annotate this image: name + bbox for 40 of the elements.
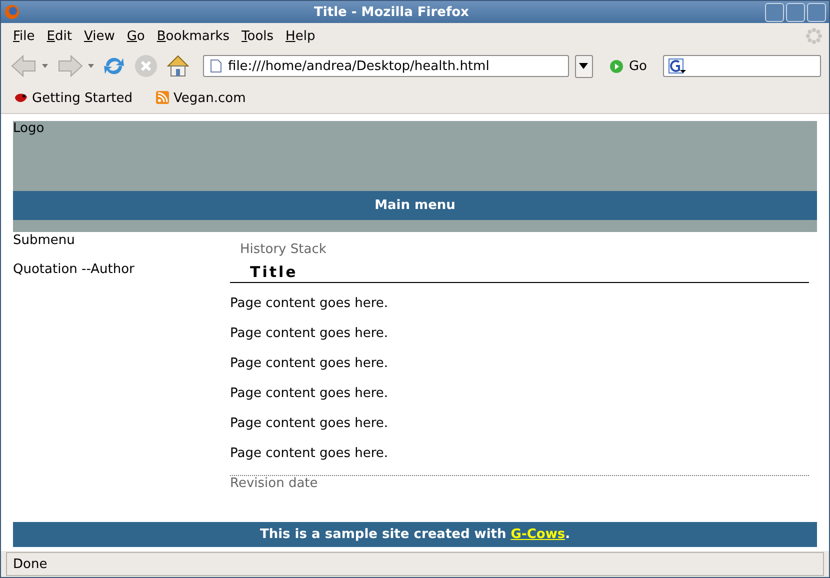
bookmark-link[interactable]: Getting Started [13, 90, 133, 106]
menu-item[interactable]: Help [280, 28, 322, 44]
status-text: Done [6, 552, 824, 576]
revision-date: Revision date [230, 476, 318, 491]
search-field[interactable] [663, 55, 822, 77]
page-heading: Title [230, 263, 809, 283]
submenu-text: Submenu [13, 233, 75, 248]
quotation-text: Quotation --Author [13, 262, 134, 277]
menu-item[interactable]: File [7, 28, 41, 44]
bookmark-link[interactable]: Vegan.com [154, 90, 246, 106]
logo-text: Logo [13, 121, 44, 136]
content-paragraph: Page content goes here. [230, 415, 388, 433]
home-icon[interactable] [165, 53, 191, 79]
menu-item[interactable]: Edit [40, 28, 78, 44]
content-paragraph: Page content goes here. [230, 355, 388, 373]
window-title: Title - Mozilla Firefox [313, 4, 470, 20]
dropdown-button[interactable] [574, 54, 593, 78]
content-paragraph: Page content goes here. [230, 295, 388, 313]
page-icon [210, 59, 222, 73]
throbber-icon [805, 27, 823, 45]
footer-text: This is a sample site created with G-Cows. [260, 527, 570, 542]
content-paragraph: Page content goes here. [230, 325, 388, 343]
back-button[interactable] [9, 52, 49, 80]
caret-icon [579, 63, 588, 69]
address-field[interactable]: file:///home/andrea/Desktop/health.html [203, 55, 569, 77]
content-paragraph: Page content goes here. [230, 445, 388, 463]
play-icon [608, 58, 624, 74]
menu-item[interactable]: Tools [236, 28, 280, 44]
footer-link[interactable]: G-Cows [510, 527, 566, 542]
feed-icon [154, 90, 171, 106]
search-engine-icon [668, 58, 686, 74]
history-stack-text: History Stack [240, 242, 326, 257]
menu-item[interactable]: View [78, 28, 121, 44]
go-button[interactable]: Go [598, 58, 654, 74]
browser-logo-icon [4, 4, 20, 20]
menu-item[interactable]: Go [120, 28, 151, 44]
content-paragraph: Page content goes here. [230, 385, 388, 403]
menu-item[interactable]: Bookmarks [150, 28, 236, 44]
main-menu-bar: Main menu [13, 191, 817, 220]
stop-icon[interactable] [133, 53, 159, 79]
